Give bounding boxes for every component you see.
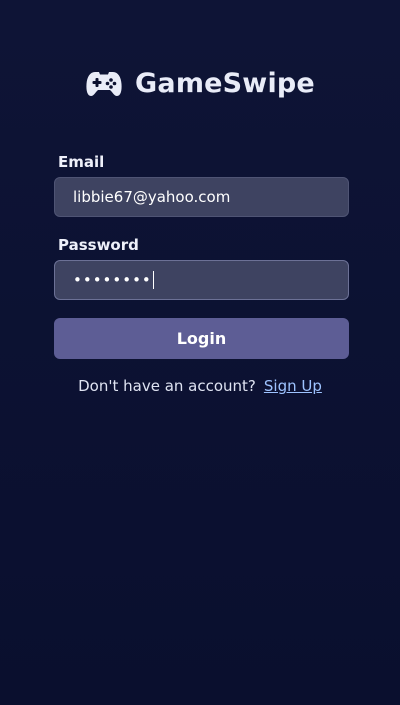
signup-row: Don't have an account? Sign Up — [0, 377, 400, 395]
signup-prompt: Don't have an account? — [78, 377, 256, 395]
password-label: Password — [58, 236, 139, 254]
password-value: •••••••• — [73, 271, 152, 289]
gamepad-icon — [86, 71, 122, 96]
app-title: GameSwipe — [135, 68, 315, 99]
email-value: libbie67@yahoo.com — [73, 188, 231, 206]
brand-header: GameSwipe — [0, 68, 400, 99]
email-label: Email — [58, 153, 105, 171]
email-field[interactable]: libbie67@yahoo.com — [54, 177, 349, 217]
text-caret — [152, 271, 154, 289]
login-button[interactable]: Login — [54, 318, 349, 359]
login-screen: GameSwipe Email libbie67@yahoo.com Passw… — [0, 0, 400, 705]
sign-up-link[interactable]: Sign Up — [264, 377, 322, 395]
password-field[interactable]: •••••••• — [54, 260, 349, 300]
